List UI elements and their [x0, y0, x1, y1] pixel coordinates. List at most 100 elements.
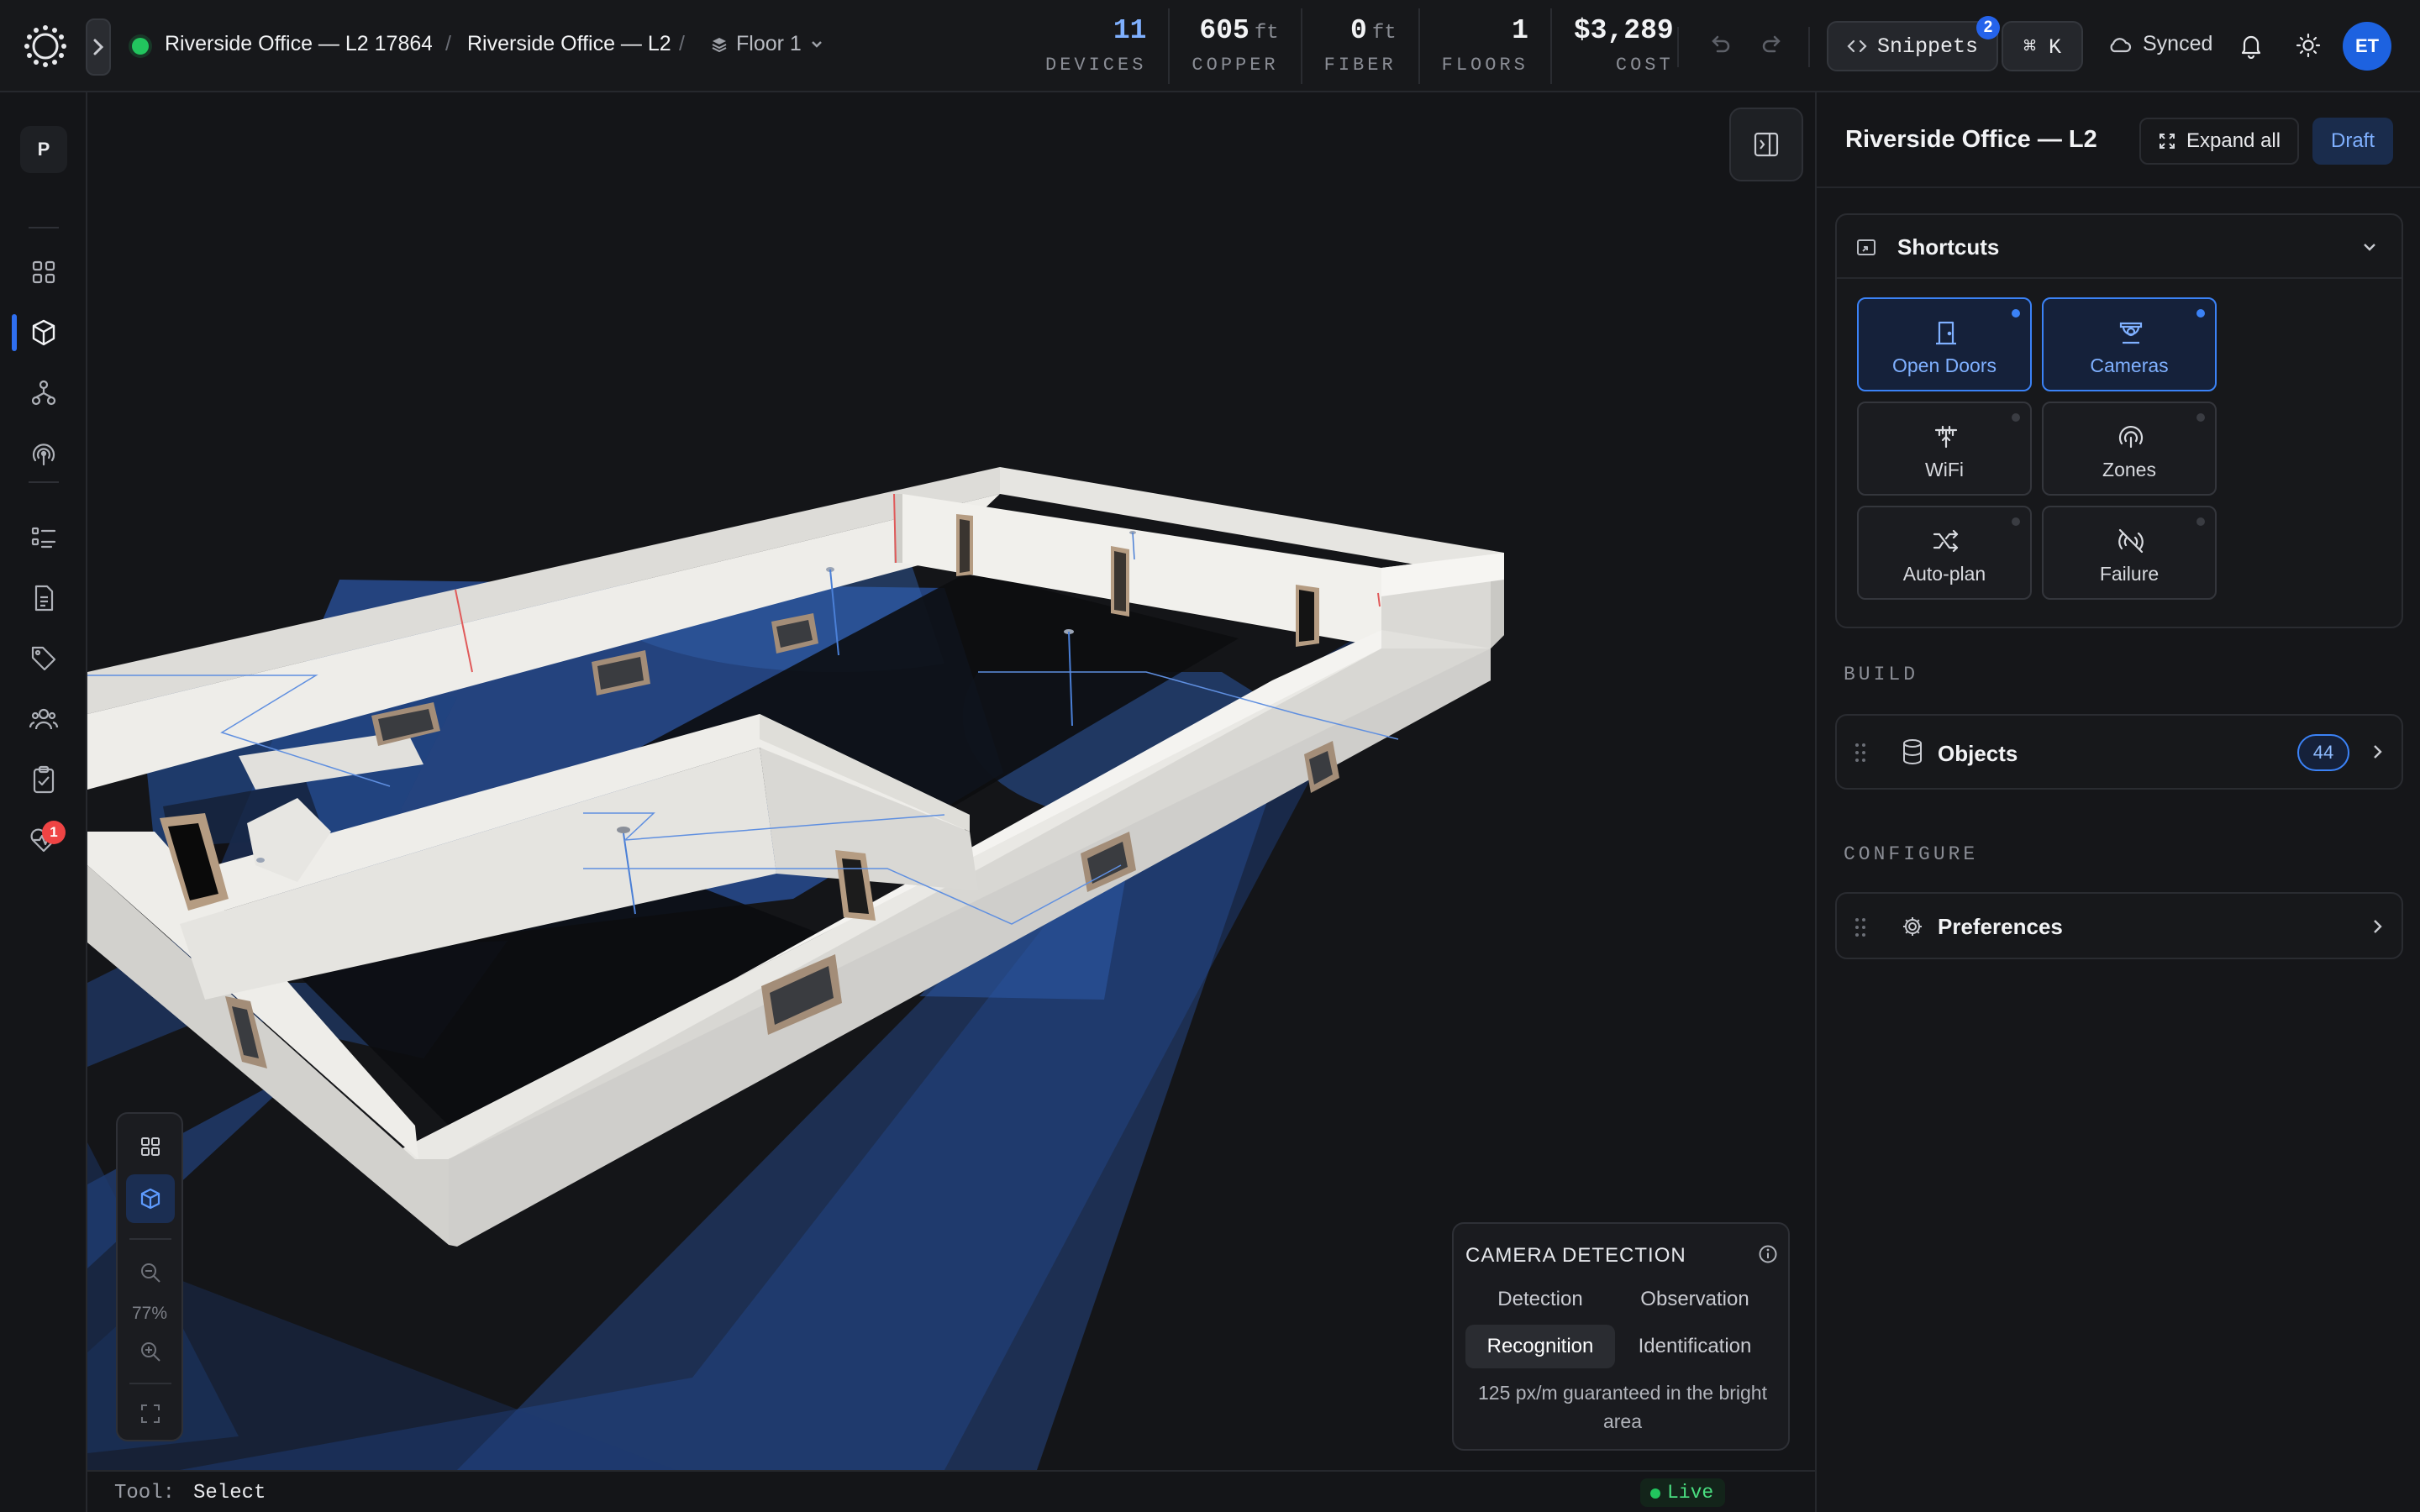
snippets-button[interactable]: Snippets	[1827, 21, 1999, 71]
info-icon[interactable]	[1758, 1244, 1778, 1264]
drag-handle-icon[interactable]	[1854, 741, 1867, 764]
stat-copper: 605 ft COPPER	[1170, 8, 1302, 84]
shortcut-label: Zones	[2102, 459, 2156, 480]
shortcut-failure[interactable]: Failure	[2042, 506, 2217, 600]
stat-floors-label: FLOORS	[1441, 55, 1528, 76]
sync-status-label: Synced	[2143, 32, 2213, 55]
shortcut-cameras[interactable]: Cameras	[2042, 297, 2217, 391]
view-controls: 77%	[116, 1112, 183, 1441]
chevron-right-icon	[93, 39, 104, 55]
drag-handle-icon[interactable]	[1854, 916, 1867, 939]
command-palette-button[interactable]: ⌘ K	[2002, 21, 2084, 71]
draft-status-button[interactable]: Draft	[2312, 118, 2394, 165]
floor-selector[interactable]: Floor 1	[711, 32, 823, 56]
stat-cost-value: $3,289	[1573, 15, 1674, 46]
fit-view-icon	[141, 1404, 160, 1423]
tab-detection[interactable]: Detection	[1465, 1278, 1615, 1321]
3d-view-icon[interactable]	[29, 318, 59, 348]
shortcut-zones[interactable]: Zones	[2042, 402, 2217, 496]
objects-row[interactable]: Objects 44	[1835, 714, 2403, 790]
chevron-down-icon[interactable]	[2361, 239, 2378, 255]
zoom-in-button[interactable]	[126, 1327, 175, 1376]
stat-fiber: 0 ft FIBER	[1302, 8, 1420, 84]
tab-observation[interactable]: Observation	[1620, 1278, 1770, 1321]
sun-icon[interactable]	[2296, 33, 2321, 58]
toggle-panel-button[interactable]	[1729, 108, 1803, 181]
2d-view-button[interactable]	[126, 1122, 175, 1171]
camera-detection-card: CAMERA DETECTION Detection Observation R…	[1452, 1222, 1790, 1451]
redo-icon[interactable]	[1760, 31, 1785, 56]
3d-viewport[interactable]: 77% CAMERA DETECTION Detection Observati…	[87, 92, 1815, 1470]
shortcut-wifi[interactable]: WiFi	[1857, 402, 2032, 496]
fit-view-button[interactable]	[126, 1389, 175, 1438]
zoom-divider	[129, 1383, 171, 1384]
breadcrumb-separator: /	[679, 32, 685, 55]
camera	[256, 858, 265, 863]
toolbar-divider	[1677, 27, 1679, 67]
shortcut-auto-plan[interactable]: Auto-plan	[1857, 506, 2032, 600]
shortcut-label: Cameras	[2090, 354, 2169, 376]
breadcrumb-page[interactable]: Riverside Office — L2	[467, 32, 671, 56]
sync-status[interactable]: Synced	[2107, 32, 2212, 56]
shortcuts-title: Shortcuts	[1897, 234, 2000, 260]
shortcuts-header[interactable]: Shortcuts	[1837, 215, 2402, 279]
chevron-right-icon[interactable]	[2370, 743, 2385, 761]
cube-icon	[140, 1188, 160, 1210]
shortcuts-section: Shortcuts Open Doors Cameras WiFi Zones	[1835, 213, 2403, 628]
expand-sidebar-button[interactable]	[86, 18, 111, 76]
left-rail: P 1	[0, 92, 87, 1512]
shortcut-active-dot	[2196, 309, 2205, 318]
preferences-row[interactable]: Preferences	[1835, 892, 2403, 959]
expand-all-button[interactable]: Expand all	[2139, 118, 2300, 165]
door	[956, 514, 973, 576]
list-icon[interactable]	[29, 522, 59, 553]
configure-section-label: CONFIGURE	[1844, 843, 1979, 865]
undo-icon[interactable]	[1707, 31, 1733, 56]
shortcut-inactive-dot	[2196, 413, 2205, 422]
shortcuts-icon	[1855, 237, 1877, 259]
tab-recognition[interactable]: Recognition	[1465, 1325, 1615, 1368]
project-switcher[interactable]: P	[20, 126, 67, 173]
rail-active-indicator	[12, 314, 17, 351]
team-icon[interactable]	[29, 704, 59, 734]
shortcut-open-doors[interactable]: Open Doors	[1857, 297, 2032, 391]
3d-view-button[interactable]	[126, 1174, 175, 1223]
status-bar: Tool: Select Live	[87, 1470, 1815, 1512]
stat-floors-value: 1	[1512, 15, 1528, 46]
layers-icon	[712, 37, 727, 52]
zoom-in-icon	[141, 1342, 160, 1362]
toolbar-divider	[1808, 27, 1810, 67]
tab-identification[interactable]: Identification	[1620, 1325, 1770, 1368]
topology-icon[interactable]	[29, 378, 59, 408]
stat-fiber-unit: ft	[1371, 22, 1397, 45]
stat-cost: $3,289 COST	[1552, 8, 1696, 84]
stat-devices: 11 DEVICES	[1023, 8, 1171, 84]
signal-off-icon	[2116, 526, 2146, 556]
bell-icon[interactable]	[2238, 32, 2264, 59]
properties-panel: Riverside Office — L2 Expand all Draft S…	[1815, 92, 2420, 1512]
stat-copper-value: 605	[1199, 15, 1249, 46]
document-icon[interactable]	[29, 583, 59, 613]
zoom-out-icon	[141, 1263, 160, 1283]
checklist-icon[interactable]	[29, 764, 59, 795]
stat-devices-value: 11	[1113, 15, 1147, 46]
breadcrumb-project[interactable]: Riverside Office — L2 17864	[165, 32, 432, 56]
tag-icon[interactable]	[29, 643, 59, 674]
panel-divider	[1817, 186, 2420, 188]
project-stats: 11 DEVICES 605 ft COPPER 0 ft FIBER 1 FLOO…	[1023, 8, 1696, 84]
chevron-right-icon[interactable]	[2370, 917, 2385, 936]
zoom-out-button[interactable]	[126, 1248, 175, 1297]
snippets-label: Snippets	[1877, 34, 1979, 59]
tool-label: Tool:	[114, 1482, 176, 1504]
stat-fiber-label: FIBER	[1323, 55, 1397, 76]
camera-icon	[2116, 318, 2146, 348]
health-alert-badge: 1	[42, 821, 66, 844]
app-logo-icon[interactable]	[24, 24, 67, 68]
shortcut-inactive-dot	[2012, 413, 2020, 422]
dashboard-icon[interactable]	[29, 257, 59, 287]
camera-detection-title: CAMERA DETECTION	[1465, 1244, 1686, 1267]
user-avatar[interactable]: ET	[2343, 22, 2391, 71]
coverage-icon[interactable]	[29, 438, 59, 469]
shortcut-inactive-dot	[2012, 517, 2020, 526]
floor-selector-label: Floor 1	[736, 32, 802, 55]
